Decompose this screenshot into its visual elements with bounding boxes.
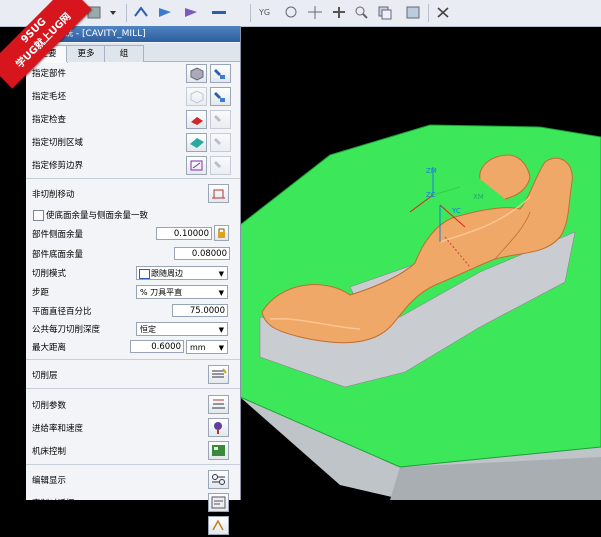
part-label: 指定部件 bbox=[32, 69, 67, 79]
edit-display-icon[interactable] bbox=[208, 470, 229, 489]
row-trim: 指定修剪边界 bbox=[26, 154, 240, 176]
trim-label: 指定修剪边界 bbox=[32, 161, 84, 171]
follow-periphery-icon bbox=[139, 269, 150, 279]
tool-add-icon[interactable] bbox=[330, 4, 348, 21]
max-dist-label: 最大距离 bbox=[32, 343, 67, 353]
row-levels: 切削层 bbox=[26, 364, 240, 386]
chevron-down-icon: ▼ bbox=[218, 344, 224, 352]
path-gen-icon[interactable] bbox=[156, 4, 174, 21]
dialog-tabs: 主要 更多 组 bbox=[26, 43, 240, 63]
tool-sheet-icon[interactable] bbox=[404, 4, 422, 21]
row-check: 指定检查 bbox=[26, 108, 240, 130]
tool-zoom-icon[interactable] bbox=[352, 4, 370, 21]
check-label: 指定检查 bbox=[32, 115, 67, 125]
flashlight-icon[interactable] bbox=[210, 87, 231, 106]
use-floor-checkbox[interactable] bbox=[33, 210, 44, 221]
tool-dropdown-icon[interactable] bbox=[108, 4, 126, 21]
trim-boundary-icon[interactable] bbox=[186, 156, 207, 175]
depth-value: 恒定 bbox=[140, 325, 156, 334]
cut-area-label: 指定切削区域 bbox=[32, 138, 84, 148]
max-dist-unit: mm bbox=[190, 343, 206, 352]
chevron-down-icon: ▼ bbox=[218, 326, 224, 334]
use-floor-label: 使底面余量与侧面余量一致 bbox=[46, 211, 149, 221]
params-label: 切削参数 bbox=[32, 401, 67, 411]
row-max-dist: 最大距离 0.6000 mm ▼ bbox=[26, 336, 240, 358]
tab-group[interactable]: 组 bbox=[104, 45, 144, 62]
cut-params-icon[interactable] bbox=[208, 395, 229, 414]
tab-more[interactable]: 更多 bbox=[66, 45, 106, 62]
cut-pattern-select[interactable]: 跟随周边 ▼ bbox=[136, 266, 228, 280]
svg-text:YG: YG bbox=[258, 8, 270, 17]
analysis-label: 分析工具 bbox=[32, 522, 67, 532]
tool-link-icon[interactable] bbox=[282, 4, 300, 21]
row-side-stock: 部件侧面余量 0.10000 bbox=[26, 223, 240, 245]
blank-label: 指定毛坯 bbox=[32, 92, 67, 102]
cut-pattern-value: 跟随周边 bbox=[151, 269, 183, 278]
tool-copy-icon[interactable] bbox=[376, 4, 394, 21]
levels-label: 切削层 bbox=[32, 371, 58, 381]
row-noncut: 非切削移动 bbox=[26, 183, 240, 205]
axis-xm-label: XM bbox=[473, 193, 484, 201]
feeds-label: 进给率和速度 bbox=[32, 424, 84, 434]
row-params: 切削参数 bbox=[26, 394, 240, 416]
axis-zc-label: ZC bbox=[426, 191, 436, 199]
chevron-down-icon: ▼ bbox=[218, 270, 224, 278]
machine-control-icon[interactable] bbox=[208, 441, 229, 460]
cut-levels-icon[interactable] bbox=[208, 365, 229, 384]
tool-point-icon[interactable]: YG bbox=[258, 4, 276, 21]
flashlight-icon[interactable] bbox=[210, 110, 231, 129]
axis-yc-label: YC bbox=[451, 207, 461, 215]
row-edit-display: 编辑显示 bbox=[26, 469, 240, 491]
axis-zm-label: ZM bbox=[426, 167, 437, 175]
close-icon[interactable] bbox=[434, 4, 452, 21]
row-machine: 机床控制 bbox=[26, 440, 240, 462]
row-part: 指定部件 bbox=[26, 62, 240, 84]
flashlight-icon[interactable] bbox=[210, 133, 231, 152]
max-dist-unit-select[interactable]: mm ▼ bbox=[186, 340, 228, 354]
flashlight-icon[interactable] bbox=[210, 156, 231, 175]
main-toolbar: YG bbox=[0, 0, 601, 27]
percent-label: 平面直径百分比 bbox=[32, 307, 92, 317]
percent-input[interactable]: 75.0000 bbox=[172, 304, 228, 317]
stepover-select[interactable]: % 刀具平直 ▼ bbox=[136, 285, 228, 299]
depth-label: 公共每刀切削深度 bbox=[32, 325, 101, 335]
machine-label: 机床控制 bbox=[32, 447, 67, 457]
post-icon[interactable] bbox=[210, 4, 228, 21]
feeds-speeds-icon[interactable] bbox=[208, 418, 229, 437]
blank-geometry-icon[interactable] bbox=[186, 87, 207, 106]
verify-icon[interactable] bbox=[182, 4, 200, 21]
row-feeds: 进给率和速度 bbox=[26, 417, 240, 439]
check-geometry-icon[interactable] bbox=[186, 110, 207, 129]
customize-dialog-icon[interactable] bbox=[208, 493, 229, 512]
side-stock-label: 部件侧面余量 bbox=[32, 230, 84, 240]
side-stock-input[interactable]: 0.10000 bbox=[156, 227, 212, 240]
custom-label: 定制对话框 bbox=[32, 499, 75, 509]
chevron-down-icon: ▼ bbox=[218, 289, 224, 297]
graphics-viewport[interactable]: ZM ZC YC XM bbox=[239, 27, 601, 500]
part-geometry-icon[interactable] bbox=[186, 64, 207, 83]
edit-display-label: 编辑显示 bbox=[32, 476, 67, 486]
stepover-label: 步距 bbox=[32, 288, 50, 298]
row-analysis: 分析工具 bbox=[26, 515, 240, 537]
row-blank: 指定毛坯 bbox=[26, 85, 240, 107]
floor-stock-input[interactable]: 0.08000 bbox=[174, 247, 230, 260]
cut-pattern-label: 切削模式 bbox=[32, 269, 67, 279]
analysis-tools-icon[interactable] bbox=[208, 516, 229, 535]
tool-move-icon[interactable] bbox=[306, 4, 324, 21]
lock-icon[interactable] bbox=[214, 225, 229, 241]
noncut-label: 非切削移动 bbox=[32, 190, 75, 200]
row-cut-area: 指定切削区域 bbox=[26, 131, 240, 153]
max-dist-input[interactable]: 0.6000 bbox=[130, 340, 184, 353]
cavity-mill-dialog: 型腔铣 - [CAVITY_MILL] 主要 更多 组 指定部件 指定毛坯 指定… bbox=[26, 26, 241, 535]
cut-area-icon[interactable] bbox=[186, 133, 207, 152]
dialog-body: 指定部件 指定毛坯 指定检查 指定切削区域 指定修剪边界 非切削移动 使底面余量… bbox=[26, 62, 240, 535]
row-custom: 定制对话框 bbox=[26, 492, 240, 514]
path-arrow-icon[interactable] bbox=[132, 4, 150, 21]
floor-stock-label: 部件底面余量 bbox=[32, 250, 84, 260]
depth-select[interactable]: 恒定 ▼ bbox=[136, 322, 228, 336]
noncut-moves-icon[interactable] bbox=[208, 184, 229, 203]
stepover-value: % 刀具平直 bbox=[140, 288, 183, 297]
flashlight-icon[interactable] bbox=[210, 64, 231, 83]
